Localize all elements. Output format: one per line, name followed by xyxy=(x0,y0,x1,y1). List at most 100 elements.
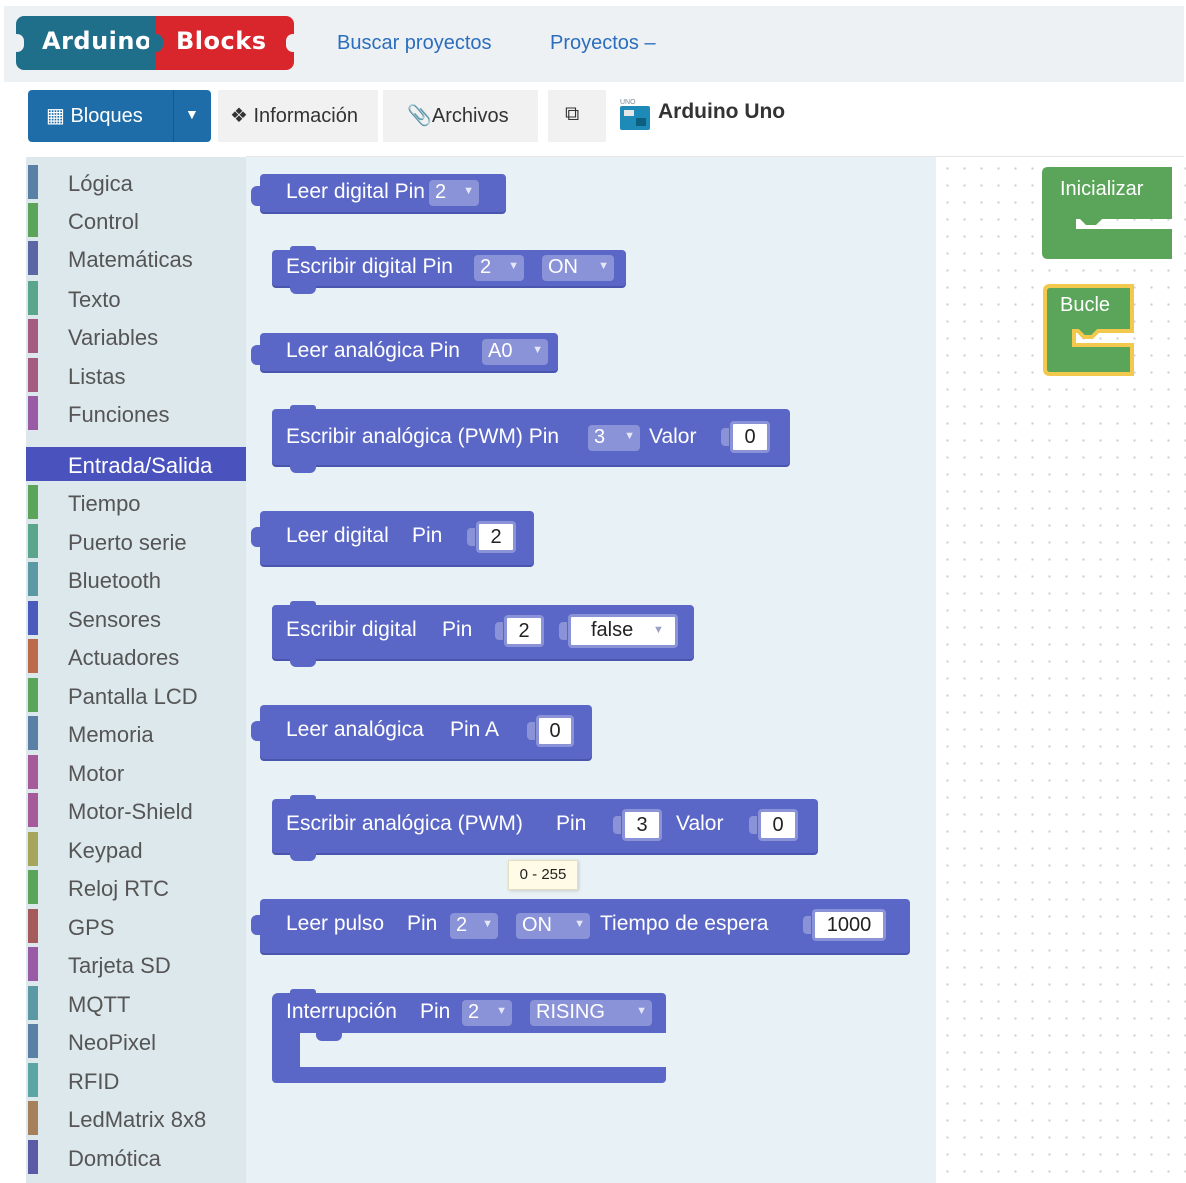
sidebar-item-mqtt[interactable]: MQTT xyxy=(26,986,246,1020)
sidebar-item-actuadores[interactable]: Actuadores xyxy=(26,639,246,673)
category-color-bar xyxy=(28,1063,38,1097)
category-color-bar xyxy=(28,1101,38,1135)
value-input[interactable]: 0 xyxy=(721,421,770,453)
block-read-digital-pin[interactable]: Leer digital Pin 2 ▼ xyxy=(251,174,506,212)
share-icon: ⧉ xyxy=(565,103,580,125)
sidebar-item-gps[interactable]: GPS xyxy=(26,909,246,943)
block-label: Escribir digital xyxy=(286,618,417,641)
block-read-analog-pin[interactable]: Leer analógica Pin A0 ▼ xyxy=(251,333,558,371)
sidebar-item-control[interactable]: Control xyxy=(26,203,246,237)
pin-input[interactable]: 3 xyxy=(613,809,662,841)
share-button[interactable]: ⧉ xyxy=(548,90,606,142)
timeout-input[interactable]: 1000 xyxy=(803,909,886,941)
sidebar-item-domótica[interactable]: Domótica xyxy=(26,1140,246,1174)
block-label: Escribir analógica (PWM) Pin xyxy=(286,425,560,448)
workspace-canvas[interactable]: Inicializar Bucle xyxy=(936,157,1186,1183)
block-write-analog-pwm-pin[interactable]: Escribir analógica (PWM) Pin 3 ▼ Valor 0 xyxy=(272,405,790,473)
sidebar-item-reloj-rtc[interactable]: Reloj RTC xyxy=(26,870,246,904)
sidebar-item-label: Tiempo xyxy=(68,491,141,516)
category-color-bar xyxy=(28,524,38,558)
pin-input[interactable]: 2 xyxy=(495,615,544,647)
sidebar-item-ledmatrix-8x8[interactable]: LedMatrix 8x8 xyxy=(26,1101,246,1135)
sidebar-item-listas[interactable]: Listas xyxy=(26,358,246,392)
sidebar-item-memoria[interactable]: Memoria xyxy=(26,716,246,750)
block-label: Escribir digital Pin xyxy=(286,255,453,278)
sidebar-item-matemáticas[interactable]: Matemáticas xyxy=(26,241,246,275)
block-label: Leer analógica Pin xyxy=(286,339,460,362)
pin-dropdown[interactable]: 2 ▼ xyxy=(450,913,498,939)
block-write-digital-pin[interactable]: Escribir digital Pin 2 ▼ ON ▼ xyxy=(272,246,626,294)
nav-search-projects[interactable]: Buscar proyectos xyxy=(337,32,492,55)
state-dropdown[interactable]: ON ▼ xyxy=(516,913,590,939)
logo-text-blocks: Blocks xyxy=(176,27,267,55)
value-input[interactable]: 0 xyxy=(749,809,798,841)
tab-information-label: Información xyxy=(253,105,359,127)
state-dropdown[interactable]: ON ▼ xyxy=(542,255,614,281)
sidebar-item-entrada-salida[interactable]: Entrada/Salida xyxy=(26,447,246,481)
sidebar-item-label: Matemáticas xyxy=(68,247,193,272)
block-read-analog-pin-input[interactable]: Leer analógica Pin A 0 xyxy=(251,705,592,759)
boolean-dropdown[interactable]: false ▼ xyxy=(559,614,678,648)
category-color-bar xyxy=(28,319,38,353)
pin-dropdown[interactable]: A0 ▼ xyxy=(482,339,548,365)
block-write-digital-pin-input[interactable]: Escribir digital Pin 2 false ▼ xyxy=(272,601,694,667)
pin-dropdown[interactable]: 2 ▼ xyxy=(462,1000,512,1026)
sidebar-item-label: Memoria xyxy=(68,722,154,747)
nav-projects-dropdown[interactable]: Proyectos – xyxy=(550,32,656,55)
sidebar-item-motor[interactable]: Motor xyxy=(26,755,246,789)
sidebar-item-variables[interactable]: Variables xyxy=(26,319,246,353)
sidebar-item-tiempo[interactable]: Tiempo xyxy=(26,485,246,519)
pin-input[interactable]: 2 xyxy=(467,521,516,553)
blocks-flyout: Leer digital Pin 2 ▼ Escribir digital Pin… xyxy=(246,157,936,1183)
sidebar-item-puerto-serie[interactable]: Puerto serie xyxy=(26,524,246,558)
logo-text-arduino: Arduino xyxy=(42,27,152,55)
block-write-analog-pwm-input[interactable]: Escribir analógica (PWM) Pin 3 Valor 0 xyxy=(272,795,818,861)
sidebar-item-label: Texto xyxy=(68,287,121,312)
sidebar-item-pantalla-lcd[interactable]: Pantalla LCD xyxy=(26,678,246,712)
block-read-digital-pin-input[interactable]: Leer digital Pin 2 xyxy=(251,511,534,565)
sidebar-item-keypad[interactable]: Keypad xyxy=(26,832,246,866)
category-color-bar xyxy=(28,601,38,635)
workspace-block-inicializar[interactable]: Inicializar xyxy=(1042,167,1172,263)
category-color-bar xyxy=(28,678,38,712)
arduinoblocks-logo[interactable]: Arduino Blocks xyxy=(10,16,300,70)
sidebar-item-neopixel[interactable]: NeoPixel xyxy=(26,1024,246,1058)
tab-information[interactable]: ❖ Información xyxy=(218,90,378,142)
pin-label: Pin xyxy=(412,524,443,547)
block-read-pulse[interactable]: Leer pulso Pin 2 ▼ ON ▼ Tiempo de espera 1… xyxy=(251,899,910,953)
sidebar-item-label: LedMatrix 8x8 xyxy=(68,1107,207,1132)
timeout-label: Tiempo de espera xyxy=(600,912,769,935)
sidebar-item-label: Puerto serie xyxy=(68,530,187,555)
valor-label: Valor xyxy=(676,812,724,835)
paperclip-icon: 📎 xyxy=(407,105,432,127)
category-color-bar xyxy=(28,562,38,596)
sidebar-item-label: Motor xyxy=(68,761,125,786)
mode-dropdown[interactable]: RISING ▼ xyxy=(530,1000,652,1026)
sidebar-item-bluetooth[interactable]: Bluetooth xyxy=(26,562,246,596)
sidebar-item-label: GPS xyxy=(68,915,115,940)
pin-input[interactable]: 0 xyxy=(527,715,574,747)
sidebar-item-label: Bluetooth xyxy=(68,568,161,593)
sidebar-item-rfid[interactable]: RFID xyxy=(26,1063,246,1097)
sidebar-item-texto[interactable]: Texto xyxy=(26,281,246,315)
sidebar-item-sensores[interactable]: Sensores xyxy=(26,601,246,635)
caret-down-icon[interactable]: ▼ xyxy=(185,106,199,122)
block-interrupt[interactable]: Interrupción Pin 2 ▼ RISING ▼ xyxy=(272,989,666,1085)
category-sidebar: Lógica Control Matemáticas Texto Variables Li… xyxy=(26,157,246,1183)
sidebar-item-tarjeta-sd[interactable]: Tarjeta SD xyxy=(26,947,246,981)
sidebar-item-label: Sensores xyxy=(68,607,161,632)
block-label: Escribir analógica (PWM) xyxy=(286,812,523,835)
sidebar-item-lógica[interactable]: Lógica xyxy=(26,165,246,199)
category-color-bar xyxy=(28,793,38,827)
pin-dropdown[interactable]: 2 ▼ xyxy=(474,255,524,281)
pin-dropdown[interactable]: 3 ▼ xyxy=(588,425,640,451)
board-name: Arduino Uno xyxy=(658,100,786,123)
tab-files[interactable]: 📎Archivos xyxy=(383,90,538,142)
sidebar-item-label: Pantalla LCD xyxy=(68,684,198,709)
pin-dropdown[interactable]: 2 ▼ xyxy=(429,180,479,206)
sidebar-item-label: MQTT xyxy=(68,992,131,1017)
workspace-block-bucle[interactable]: Bucle xyxy=(1042,283,1138,379)
sidebar-item-funciones[interactable]: Funciones xyxy=(26,396,246,430)
sidebar-item-motor-shield[interactable]: Motor-Shield xyxy=(26,793,246,827)
blocks-button[interactable]: ▦ Bloques ▼ xyxy=(28,90,211,142)
